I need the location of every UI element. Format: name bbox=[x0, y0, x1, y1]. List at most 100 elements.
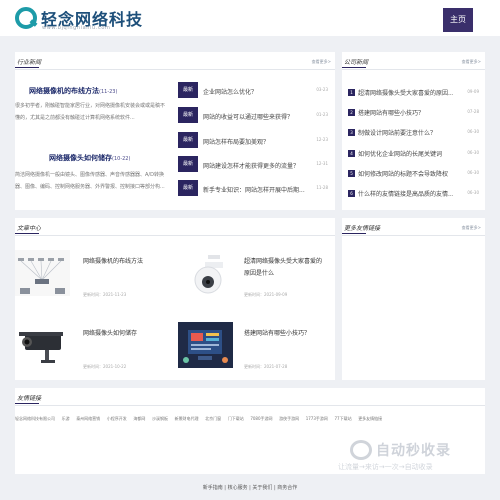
friend-link[interactable]: 海都网 bbox=[133, 416, 145, 421]
article-card-date: 更新时间：2021-10-22 bbox=[83, 364, 127, 369]
company-news-item[interactable]: 5 如何修改网站的标题不会导致降权 06-30 bbox=[348, 168, 479, 180]
site-header: 轻念网络科技 www.bjqingnianlu.com 主页 bbox=[0, 0, 500, 36]
article-card-date: 更新时间：2021-09-09 bbox=[244, 292, 288, 297]
news-title: 网站的收益可以通过哪些来获得？ bbox=[203, 114, 294, 121]
rank-badge: 5 bbox=[348, 170, 355, 177]
news-date: 03-23 bbox=[316, 87, 328, 92]
friend-links-list: 轻念网络科技有限公司 乐游 泰州网络营销 小程序开发 海都网 沙溪钢板 新景财电… bbox=[15, 415, 485, 423]
friend-links-header: 友情链接 bbox=[14, 388, 485, 406]
site-footer[interactable]: 新手指南 | 核心服务 | 关于我们 | 商务合作 bbox=[0, 484, 500, 491]
company-news-item[interactable]: 1 超清网络摄像头受大家喜爱的原因... 09-09 bbox=[348, 87, 479, 99]
watermark-subtitle: 让流量→来访→一次→自动收录 bbox=[338, 463, 433, 471]
news-title: 新手专业知识：网站怎样开展中后期... bbox=[203, 187, 305, 194]
home-button[interactable]: 主页 bbox=[443, 8, 473, 32]
latest-badge: 最新 bbox=[178, 132, 198, 148]
news-item[interactable]: 最新 网站的收益可以通过哪些来获得？ 01-23 bbox=[178, 107, 328, 123]
article-card-title[interactable]: 网络摄像机的布线方法 bbox=[83, 256, 163, 268]
rank-badge: 2 bbox=[348, 109, 355, 116]
news-title: 网站建设怎样才能获得更多的流量？ bbox=[203, 163, 300, 170]
feature-date: (10-22) bbox=[112, 156, 131, 162]
company-news-more-link[interactable]: 查看更多> bbox=[462, 59, 481, 65]
friend-link[interactable]: 泰州网络营销 bbox=[76, 416, 100, 421]
company-news-item[interactable]: 6 什么样的友情链接是高品质的友情... 06-30 bbox=[348, 188, 479, 200]
company-news-date: 06-30 bbox=[467, 129, 479, 134]
news-item[interactable]: 最新 网站建设怎样才能获得更多的流量？ 12-31 bbox=[178, 156, 328, 172]
rank-badge: 4 bbox=[348, 150, 355, 157]
friend-link[interactable]: 北京门窗 bbox=[205, 416, 221, 421]
rank-badge: 3 bbox=[348, 129, 355, 136]
latest-badge: 最新 bbox=[178, 107, 198, 123]
article-center-panel: 文章中心 网络摄像机的布线方法 更新时间：2021-11-23 超清网络摄像头受… bbox=[14, 218, 335, 380]
company-news-title-text: 超清网络摄像头受大家喜爱的原因... bbox=[358, 90, 453, 97]
news-date: 12-23 bbox=[316, 137, 328, 142]
news-date: 11-28 bbox=[316, 185, 328, 190]
company-news-title-text: 如何优化企业网站的长尾关键词 bbox=[358, 151, 443, 158]
feature-date: (11-23) bbox=[99, 89, 118, 95]
latest-badge: 最新 bbox=[178, 180, 198, 196]
company-news-panel: 公司新闻 查看更多> 1 超清网络摄像头受大家喜爱的原因... 09-09 2 … bbox=[341, 52, 485, 210]
friend-link[interactable]: 更多友情链接 bbox=[358, 416, 382, 421]
more-links-more-link[interactable]: 查看更多> bbox=[462, 225, 481, 231]
friend-links-title: 友情链接 bbox=[14, 395, 42, 404]
friend-link[interactable]: 门下载站 bbox=[228, 416, 244, 421]
industry-news-more-link[interactable]: 查看更多> bbox=[312, 59, 331, 65]
industry-news-title: 行业新闻 bbox=[14, 59, 42, 68]
feature-title-text: 网络摄像机的布线方法 bbox=[29, 87, 99, 95]
watermark: 自动秒收录 让流量→来访→一次→自动收录 bbox=[338, 440, 483, 480]
news-item[interactable]: 最新 网站怎样布局要加美观？ 12-23 bbox=[178, 132, 328, 148]
article-image-web-design[interactable] bbox=[178, 322, 233, 368]
watermark-logo-icon bbox=[350, 440, 372, 460]
watermark-name: 自动秒收录 bbox=[376, 443, 451, 459]
article-card-title[interactable]: 网络摄像头如何储存 bbox=[83, 328, 163, 340]
article-image-dome-camera[interactable] bbox=[178, 250, 233, 296]
friend-link[interactable]: 1773手游网 bbox=[306, 416, 328, 421]
friend-link[interactable]: 轻念网络科技有限公司 bbox=[15, 416, 55, 421]
article-image-wiring[interactable] bbox=[15, 250, 70, 296]
latest-badge: 最新 bbox=[178, 156, 198, 172]
company-news-title-text: 如何修改网站的标题不会导致降权 bbox=[358, 171, 449, 178]
more-links-title: 更多友情链接 bbox=[341, 225, 381, 234]
friend-link[interactable]: 乐游 bbox=[62, 416, 70, 421]
company-news-item[interactable]: 2 搭建网站有哪些小技巧？ 07-28 bbox=[348, 107, 479, 119]
company-news-date: 06-30 bbox=[467, 190, 479, 195]
feature-summary-2: 简洁网络摄像机一般由镜头、图像传感器、声音传感器器、A/D转换器、图像、编码、控… bbox=[15, 172, 165, 190]
more-links-panel: 更多友情链接 查看更多> bbox=[341, 218, 485, 380]
feature-title-2[interactable]: 网络摄像头如何储存(10-22) bbox=[49, 153, 130, 163]
site-logo-url: www.bjqingnianlu.com bbox=[42, 25, 111, 31]
logo-icon[interactable] bbox=[15, 7, 37, 29]
article-card-date: 更新时间：2021-11-23 bbox=[83, 292, 127, 297]
article-card-title[interactable]: 超清网络摄像头受大家喜爱的原因是什么 bbox=[244, 256, 324, 280]
feature-title-text: 网络摄像头如何储存 bbox=[49, 154, 112, 162]
friend-link[interactable]: 7080手游网 bbox=[250, 416, 272, 421]
company-news-date: 09-09 bbox=[467, 89, 479, 94]
friend-link[interactable]: 77下载站 bbox=[335, 416, 352, 421]
news-title: 企业网站怎么优化？ bbox=[203, 89, 258, 96]
article-card-title[interactable]: 搭建网站有哪些小技巧？ bbox=[244, 328, 324, 340]
friend-link[interactable]: 小程序开发 bbox=[107, 416, 127, 421]
news-title: 网站怎样布局要加美观？ bbox=[203, 139, 270, 146]
company-news-header: 公司新闻 查看更多> bbox=[341, 52, 485, 70]
company-news-date: 06-30 bbox=[467, 150, 479, 155]
news-item[interactable]: 最新 企业网站怎么优化？ 03-23 bbox=[178, 82, 328, 98]
news-date: 01-23 bbox=[316, 112, 328, 117]
rank-badge: 1 bbox=[348, 89, 355, 96]
article-card-date: 更新时间：2021-07-28 bbox=[244, 364, 288, 369]
article-center-title: 文章中心 bbox=[14, 225, 42, 234]
news-date: 12-31 bbox=[316, 161, 328, 166]
industry-news-panel: 行业新闻 查看更多> 网络摄像机的布线方法(11-23) 很多初学者，刚触碰智能… bbox=[14, 52, 335, 210]
company-news-item[interactable]: 3 制做设计网站前要注意什么？ 06-30 bbox=[348, 127, 479, 139]
friend-link[interactable]: 游侠手游网 bbox=[279, 416, 299, 421]
rank-badge: 6 bbox=[348, 190, 355, 197]
article-center-header: 文章中心 bbox=[14, 218, 335, 236]
friend-link[interactable]: 沙溪钢板 bbox=[152, 416, 168, 421]
article-image-bullet-camera[interactable] bbox=[15, 322, 70, 368]
news-item[interactable]: 最新 新手专业知识：网站怎样开展中后期... 11-28 bbox=[178, 180, 328, 196]
company-news-date: 07-28 bbox=[467, 109, 479, 114]
feature-title-1[interactable]: 网络摄像机的布线方法(11-23) bbox=[29, 86, 117, 96]
more-links-header: 更多友情链接 查看更多> bbox=[341, 218, 485, 236]
company-news-title: 公司新闻 bbox=[341, 59, 369, 68]
company-news-item[interactable]: 4 如何优化企业网站的长尾关键词 06-30 bbox=[348, 148, 479, 160]
company-news-title-text: 制做设计网站前要注意什么？ bbox=[358, 130, 437, 137]
friend-link[interactable]: 新景财电代理 bbox=[175, 416, 199, 421]
industry-news-header: 行业新闻 查看更多> bbox=[14, 52, 335, 70]
